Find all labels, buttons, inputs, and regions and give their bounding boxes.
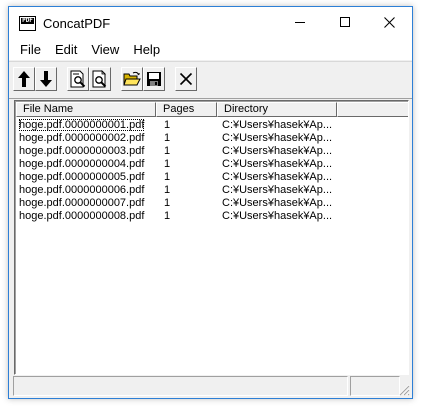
list-item[interactable]: hoge.pdf.0000000003.pdf 1 C:¥Users¥hasek… (16, 145, 408, 158)
save-button[interactable] (143, 67, 165, 91)
app-window: PDF ConcatPDF File Edit View Help File N… (8, 6, 413, 399)
list-item[interactable]: hoge.pdf.0000000002.pdf 1 C:¥Users¥hasek… (16, 132, 408, 145)
menu-bar: File Edit View Help (9, 40, 412, 60)
remove-button[interactable] (175, 67, 197, 91)
preview-file-button[interactable] (89, 67, 111, 91)
file-name: hoge.pdf.0000000006.pdf (19, 184, 145, 196)
view-file-button[interactable] (67, 67, 89, 91)
page-count: 1 (164, 171, 171, 183)
toolbar (9, 61, 412, 99)
window-title: ConcatPDF (43, 16, 111, 31)
column-pages[interactable]: Pages (156, 102, 217, 117)
list-rows: hoge.pdf.0000000001.pdf 1 C:¥Users¥hasek… (16, 119, 408, 223)
close-icon (384, 16, 395, 28)
file-name: hoge.pdf.0000000003.pdf (19, 145, 145, 157)
menu-view[interactable]: View (85, 41, 127, 59)
page-count: 1 (164, 210, 171, 222)
title-bar[interactable]: PDF ConcatPDF (9, 7, 412, 40)
file-list[interactable]: File Name Pages Directory hoge.pdf.00000… (14, 100, 409, 375)
page-count: 1 (164, 197, 171, 209)
save-disk-icon (147, 72, 161, 86)
menu-edit[interactable]: Edit (49, 41, 85, 59)
move-up-button[interactable] (13, 67, 35, 91)
file-list-frame: File Name Pages Directory hoge.pdf.00000… (15, 101, 408, 374)
page-count: 1 (164, 145, 171, 157)
list-item[interactable]: hoge.pdf.0000000006.pdf 1 C:¥Users¥hasek… (16, 184, 408, 197)
list-header: File Name Pages Directory (16, 102, 408, 117)
page-count: 1 (164, 184, 171, 196)
column-filler (337, 102, 408, 117)
status-pane-side (350, 376, 400, 396)
directory-path: C:¥Users¥hasek¥Ap... (222, 197, 333, 209)
move-down-button[interactable] (35, 67, 57, 91)
directory-path: C:¥Users¥hasek¥Ap... (222, 171, 333, 183)
document-search-icon (70, 70, 85, 88)
column-file-name[interactable]: File Name (16, 102, 156, 117)
page-count: 1 (164, 119, 171, 131)
menu-help[interactable]: Help (127, 41, 168, 59)
file-name: hoge.pdf.0000000004.pdf (19, 158, 145, 170)
menu-file[interactable]: File (14, 41, 49, 59)
list-item[interactable]: hoge.pdf.0000000007.pdf 1 C:¥Users¥hasek… (16, 197, 408, 210)
maximize-button[interactable] (322, 7, 367, 37)
directory-path: C:¥Users¥hasek¥Ap... (222, 132, 333, 144)
document-preview-icon (92, 70, 106, 88)
minimize-button[interactable] (277, 7, 322, 37)
page-count: 1 (164, 158, 171, 170)
file-name: hoge.pdf.0000000007.pdf (19, 197, 145, 209)
app-icon[interactable]: PDF (19, 16, 36, 31)
minimize-icon (294, 22, 305, 23)
file-name: hoge.pdf.0000000005.pdf (19, 171, 145, 183)
status-bar (11, 376, 410, 396)
open-folder-icon (123, 71, 141, 86)
directory-path: C:¥Users¥hasek¥Ap... (222, 145, 333, 157)
delete-x-icon (179, 72, 193, 86)
open-folder-button[interactable] (121, 67, 143, 91)
page-count: 1 (164, 132, 171, 144)
directory-path: C:¥Users¥hasek¥Ap... (222, 184, 333, 196)
list-item[interactable]: hoge.pdf.0000000001.pdf 1 C:¥Users¥hasek… (16, 119, 408, 132)
file-name: hoge.pdf.0000000002.pdf (19, 132, 145, 144)
list-item[interactable]: hoge.pdf.0000000004.pdf 1 C:¥Users¥hasek… (16, 158, 408, 171)
column-directory[interactable]: Directory (217, 102, 337, 117)
arrow-up-icon (18, 71, 30, 87)
directory-path: C:¥Users¥hasek¥Ap... (222, 119, 333, 131)
file-name: hoge.pdf.0000000008.pdf (19, 210, 145, 222)
maximize-icon (339, 17, 350, 27)
arrow-down-icon (40, 71, 52, 87)
app-icon-label: PDF (22, 17, 33, 24)
resize-grip-icon[interactable] (398, 384, 410, 396)
list-item[interactable]: hoge.pdf.0000000005.pdf 1 C:¥Users¥hasek… (16, 171, 408, 184)
directory-path: C:¥Users¥hasek¥Ap... (222, 210, 333, 222)
list-item[interactable]: hoge.pdf.0000000008.pdf 1 C:¥Users¥hasek… (16, 210, 408, 223)
status-pane-main (13, 376, 348, 396)
close-button[interactable] (367, 7, 412, 37)
directory-path: C:¥Users¥hasek¥Ap... (222, 158, 333, 170)
file-name: hoge.pdf.0000000001.pdf (19, 119, 145, 131)
